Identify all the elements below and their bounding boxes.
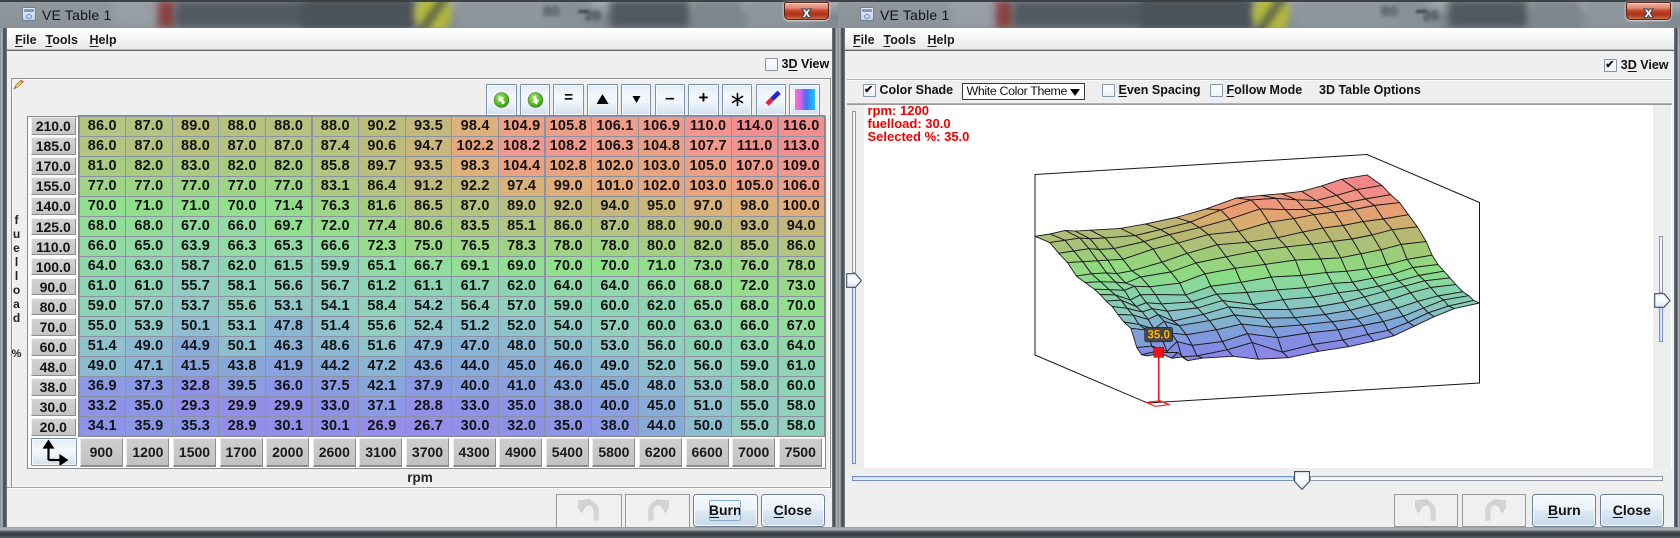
svg-text:35.0: 35.0 bbox=[1148, 329, 1170, 341]
svg-text:x: x bbox=[803, 5, 811, 20]
